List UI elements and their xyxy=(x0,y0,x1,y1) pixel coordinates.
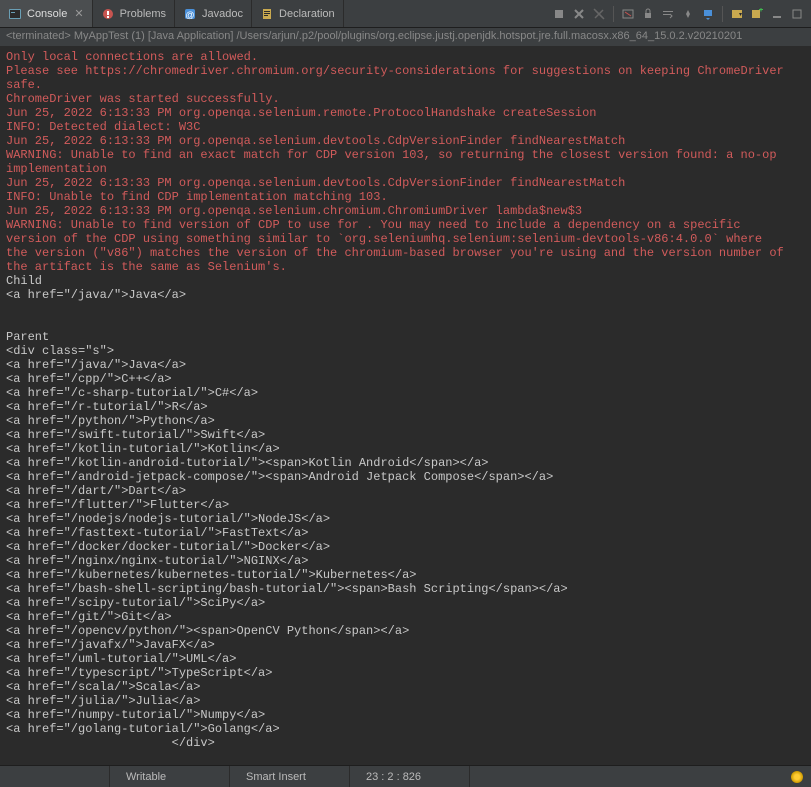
console-line: <a href="/javafx/">JavaFX</a> xyxy=(6,638,805,652)
console-line: INFO: Unable to find CDP implementation … xyxy=(6,190,805,204)
clear-console-icon[interactable] xyxy=(620,6,636,22)
view-toolbar xyxy=(551,0,805,27)
console-line: <a href="/kotlin-android-tutorial/"><spa… xyxy=(6,456,805,470)
console-line: Jun 25, 2022 6:13:33 PM org.openqa.selen… xyxy=(6,134,805,148)
console-line: Child xyxy=(6,274,805,288)
word-wrap-icon[interactable] xyxy=(660,6,676,22)
svg-text:@: @ xyxy=(185,10,194,20)
console-line: <a href="/numpy-tutorial/">Numpy</a> xyxy=(6,708,805,722)
view-tab-bar: Console ✕ Problems @ Javadoc Declaration xyxy=(0,0,811,28)
console-line: <a href="/uml-tutorial/">UML</a> xyxy=(6,652,805,666)
console-line: ChromeDriver was started successfully. xyxy=(6,92,805,106)
console-line: WARNING: Unable to find version of CDP t… xyxy=(6,218,805,232)
toolbar-separator xyxy=(722,6,723,22)
console-line: implementation xyxy=(6,162,805,176)
build-bulb-icon[interactable] xyxy=(791,771,803,783)
console-line: <a href="/scala/">Scala</a> xyxy=(6,680,805,694)
console-line: the version ("v86") matches the version … xyxy=(6,246,805,260)
console-icon xyxy=(8,7,22,21)
status-writable: Writable xyxy=(110,766,230,787)
console-line: <a href="/nginx/nginx-tutorial/">NGINX</… xyxy=(6,554,805,568)
scroll-lock-icon[interactable] xyxy=(640,6,656,22)
javadoc-icon: @ xyxy=(183,7,197,21)
console-line: <a href="/typescript/">TypeScript</a> xyxy=(6,666,805,680)
tab-console-label: Console xyxy=(27,8,67,20)
console-line: <a href="/opencv/python/"><span>OpenCV P… xyxy=(6,624,805,638)
console-line: <a href="/kubernetes/kubernetes-tutorial… xyxy=(6,568,805,582)
display-selected-icon[interactable] xyxy=(700,6,716,22)
console-line: <a href="/fasttext-tutorial/">FastText</… xyxy=(6,526,805,540)
status-insert-mode: Smart Insert xyxy=(230,766,350,787)
declaration-icon xyxy=(260,7,274,21)
problems-icon xyxy=(101,7,115,21)
console-line: <a href="/nodejs/nodejs-tutorial/">NodeJ… xyxy=(6,512,805,526)
status-spacer xyxy=(0,766,110,787)
tab-console[interactable]: Console ✕ xyxy=(0,0,93,27)
pin-console-icon[interactable] xyxy=(680,6,696,22)
console-line: Only local connections are allowed. xyxy=(6,50,805,64)
console-line: <a href="/java/">Java</a> xyxy=(6,288,805,302)
console-line: <a href="/cpp/">C++</a> xyxy=(6,372,805,386)
console-line: <a href="/python/">Python</a> xyxy=(6,414,805,428)
console-line: Please see https://chromedriver.chromium… xyxy=(6,64,805,78)
close-icon[interactable]: ✕ xyxy=(72,7,83,20)
minimize-icon[interactable] xyxy=(769,6,785,22)
status-cursor-position: 23 : 2 : 826 xyxy=(350,766,470,787)
console-line: Jun 25, 2022 6:13:33 PM org.openqa.selen… xyxy=(6,106,805,120)
console-line: <a href="/java/">Java</a> xyxy=(6,358,805,372)
console-line: <a href="/r-tutorial/">R</a> xyxy=(6,400,805,414)
console-line: safe. xyxy=(6,78,805,92)
console-line: <a href="/android-jetpack-compose/"><spa… xyxy=(6,470,805,484)
console-line: <a href="/scipy-tutorial/">SciPy</a> xyxy=(6,596,805,610)
console-line: <a href="/git/">Git</a> xyxy=(6,610,805,624)
remove-launch-icon[interactable] xyxy=(591,6,607,22)
console-line: WARNING: Unable to find an exact match f… xyxy=(6,148,805,162)
open-console-icon[interactable] xyxy=(729,6,745,22)
console-output[interactable]: Only local connections are allowed.Pleas… xyxy=(0,46,811,765)
console-line: <a href="/julia/">Julia</a> xyxy=(6,694,805,708)
console-line: <a href="/dart/">Dart</a> xyxy=(6,484,805,498)
console-line: <a href="/bash-shell-scripting/bash-tuto… xyxy=(6,582,805,596)
launch-status-text: <terminated> MyAppTest (1) [Java Applica… xyxy=(6,30,742,42)
console-line xyxy=(6,302,805,316)
tab-problems[interactable]: Problems xyxy=(93,0,175,27)
status-spacer-right xyxy=(470,766,811,787)
tab-declaration-label: Declaration xyxy=(279,8,335,20)
console-line: the artifact is the same as Selenium's. xyxy=(6,260,805,274)
console-line: <a href="/flutter/">Flutter</a> xyxy=(6,498,805,512)
tab-javadoc-label: Javadoc xyxy=(202,8,243,20)
console-line: Jun 25, 2022 6:13:33 PM org.openqa.selen… xyxy=(6,176,805,190)
stop-icon[interactable] xyxy=(551,6,567,22)
console-line: version of the CDP using something simil… xyxy=(6,232,805,246)
console-line: INFO: Detected dialect: W3C xyxy=(6,120,805,134)
new-console-icon[interactable] xyxy=(749,6,765,22)
console-line: <a href="/kotlin-tutorial/">Kotlin</a> xyxy=(6,442,805,456)
launch-status-line: <terminated> MyAppTest (1) [Java Applica… xyxy=(0,28,811,46)
remove-all-icon[interactable] xyxy=(571,6,587,22)
tab-problems-label: Problems xyxy=(120,8,166,20)
editor-status-bar: Writable Smart Insert 23 : 2 : 826 xyxy=(0,765,811,787)
tab-javadoc[interactable]: @ Javadoc xyxy=(175,0,252,27)
toolbar-separator xyxy=(613,6,614,22)
console-line: <div class="s"> xyxy=(6,344,805,358)
console-line: <a href="/c-sharp-tutorial/">C#</a> xyxy=(6,386,805,400)
maximize-icon[interactable] xyxy=(789,6,805,22)
console-line: <a href="/golang-tutorial/">Golang</a> xyxy=(6,722,805,736)
console-line: <a href="/swift-tutorial/">Swift</a> xyxy=(6,428,805,442)
console-line xyxy=(6,316,805,330)
console-line: Jun 25, 2022 6:13:33 PM org.openqa.selen… xyxy=(6,204,805,218)
console-line: </div> xyxy=(6,736,805,750)
console-line: Parent xyxy=(6,330,805,344)
console-line: <a href="/docker/docker-tutorial/">Docke… xyxy=(6,540,805,554)
tab-declaration[interactable]: Declaration xyxy=(252,0,344,27)
